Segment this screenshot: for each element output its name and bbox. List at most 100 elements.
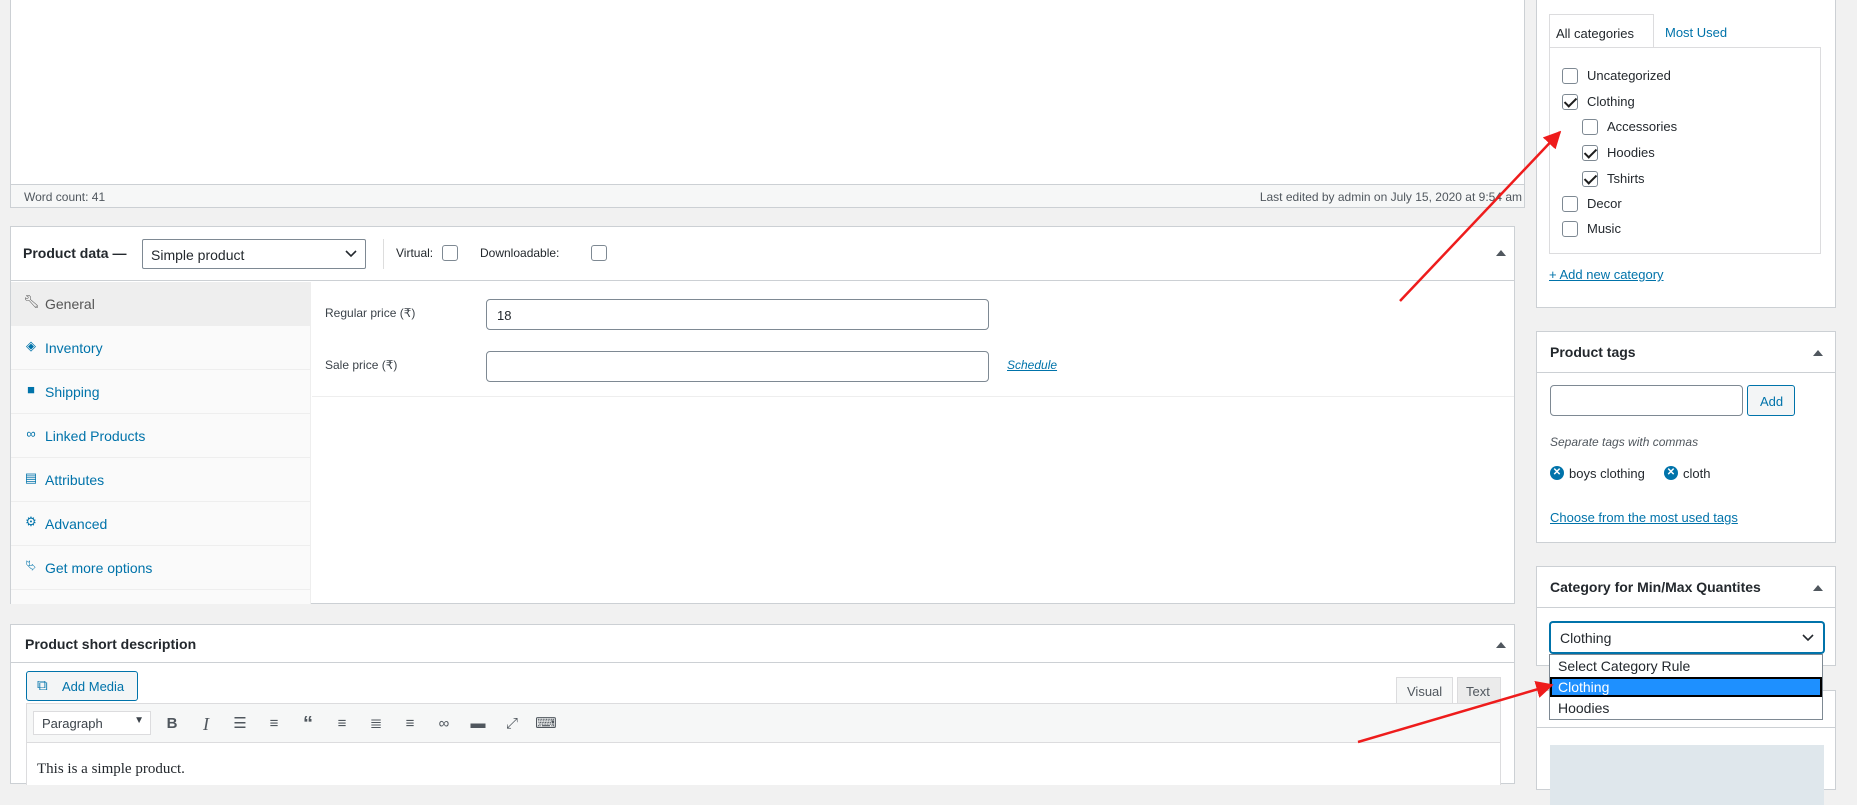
header-divider bbox=[383, 239, 384, 269]
align-center-icon[interactable]: ≣ bbox=[363, 711, 389, 737]
collapse-arrow-icon[interactable] bbox=[1496, 641, 1506, 649]
category-tabs: All categories Most Used bbox=[1549, 14, 1821, 48]
dropdown-option[interactable]: Select Category Rule bbox=[1550, 656, 1822, 676]
add-tag-button[interactable]: Add bbox=[1747, 385, 1795, 416]
tab-linked-products[interactable]: ∞ Linked Products bbox=[11, 414, 311, 458]
regular-price-input[interactable]: 18 bbox=[486, 299, 989, 330]
minmax-title: Category for Min/Max Quantites bbox=[1550, 579, 1761, 595]
tags-hint: Separate tags with commas bbox=[1550, 435, 1699, 449]
tab-label: Linked Products bbox=[45, 428, 146, 444]
remove-tag-icon[interactable]: ✕ bbox=[1550, 466, 1564, 480]
category-checkbox[interactable] bbox=[1582, 170, 1598, 187]
collapse-arrow-icon[interactable] bbox=[1496, 249, 1506, 257]
dropdown-option-selected[interactable]: Clothing bbox=[1550, 677, 1822, 697]
bulleted-list-icon[interactable]: ☰ bbox=[227, 711, 253, 737]
tab-label: General bbox=[45, 296, 95, 312]
keyboard-icon[interactable]: ⌨ bbox=[533, 711, 559, 737]
tab-label: Shipping bbox=[45, 384, 100, 400]
product-categories-panel: All categories Most Used Uncategorized C… bbox=[1536, 0, 1836, 308]
product-type-select[interactable]: Simple product bbox=[142, 239, 366, 269]
tab-all-categories[interactable]: All categories bbox=[1549, 14, 1654, 48]
editor-content-area[interactable] bbox=[10, 0, 1525, 185]
align-left-icon[interactable]: ≡ bbox=[329, 711, 355, 737]
category-item-music[interactable]: Music bbox=[1562, 220, 1621, 238]
category-checkbox[interactable] bbox=[1562, 93, 1578, 110]
category-item-accessories[interactable]: Accessories bbox=[1582, 118, 1677, 136]
category-item-hoodies[interactable]: Hoodies bbox=[1582, 144, 1655, 162]
tab-advanced[interactable]: ⚙ Advanced bbox=[11, 502, 311, 546]
tab-attributes[interactable]: ▤ Attributes bbox=[11, 458, 311, 502]
tab-label: Advanced bbox=[45, 516, 108, 532]
image-placeholder[interactable] bbox=[1550, 745, 1824, 805]
plugin-icon: ⮱ bbox=[25, 558, 37, 573]
schedule-link[interactable]: Schedule bbox=[1007, 358, 1057, 372]
dropdown-option[interactable]: Hoodies bbox=[1550, 698, 1822, 718]
sale-price-label: Sale price (₹) bbox=[325, 358, 398, 372]
downloadable-checkbox[interactable] bbox=[591, 244, 608, 261]
minmax-select-value: Clothing bbox=[1560, 630, 1612, 646]
product-type-value: Simple product bbox=[151, 247, 245, 263]
toolbar-buttons: B I ☰ ≡ “ ≡ ≣ ≡ ∞ ▬ ⤢ ⌨ bbox=[159, 711, 559, 737]
category-checklist: Uncategorized Clothing Accessories Hoodi… bbox=[1549, 47, 1821, 254]
downloadable-label: Downloadable: bbox=[480, 246, 560, 260]
short-description-title: Product short description bbox=[25, 636, 197, 652]
remove-tag-icon[interactable]: ✕ bbox=[1664, 466, 1678, 480]
minmax-category-panel: Category for Min/Max Quantites Clothing bbox=[1536, 566, 1836, 666]
category-item-clothing[interactable]: Clothing bbox=[1562, 93, 1635, 111]
add-tag-label: Add bbox=[1760, 394, 1784, 409]
add-media-button[interactable]: ⧉ Add Media bbox=[26, 671, 138, 701]
category-label: Uncategorized bbox=[1587, 68, 1671, 83]
tab-inventory[interactable]: ◈ Inventory bbox=[11, 326, 311, 370]
category-checkbox[interactable] bbox=[1562, 220, 1578, 237]
tab-shipping[interactable]: ■ Shipping bbox=[11, 370, 311, 414]
align-right-icon[interactable]: ≡ bbox=[397, 711, 423, 737]
tab-text[interactable]: Text bbox=[1457, 677, 1501, 703]
tag-input[interactable] bbox=[1550, 385, 1743, 416]
regular-price-label: Regular price (₹) bbox=[325, 306, 416, 320]
caret-down-icon: ▼ bbox=[134, 715, 144, 726]
tab-most-used[interactable]: Most Used bbox=[1665, 25, 1727, 40]
category-checkbox[interactable] bbox=[1582, 118, 1598, 135]
minmax-category-select[interactable]: Clothing bbox=[1550, 622, 1824, 653]
category-item-tshirts[interactable]: Tshirts bbox=[1582, 170, 1645, 188]
product-data-tabs: 🔧︎ General ◈ Inventory ■ Shipping ∞ Link… bbox=[11, 282, 311, 604]
bold-icon[interactable]: B bbox=[159, 711, 185, 737]
short-description-panel: Product short description ⧉ Add Media Vi… bbox=[10, 624, 1515, 785]
collapse-arrow-icon[interactable] bbox=[1813, 584, 1823, 592]
virtual-label: Virtual: bbox=[396, 246, 434, 260]
tab-visual[interactable]: Visual bbox=[1396, 677, 1453, 703]
category-label: Music bbox=[1587, 221, 1621, 236]
category-checkbox[interactable] bbox=[1582, 144, 1598, 161]
read-more-icon[interactable]: ▬ bbox=[465, 711, 491, 737]
product-data-panel: Product data — Simple product Virtual: D… bbox=[10, 226, 1515, 604]
sale-price-input[interactable] bbox=[486, 351, 989, 382]
tab-get-more-options[interactable]: ⮱ Get more options bbox=[11, 546, 311, 590]
blockquote-icon[interactable]: “ bbox=[295, 711, 321, 737]
header-divider bbox=[1537, 607, 1835, 608]
add-new-category-link[interactable]: + Add new category bbox=[1549, 267, 1664, 282]
tag-label: boys clothing bbox=[1569, 466, 1645, 481]
italic-icon[interactable]: I bbox=[193, 711, 219, 737]
tab-general[interactable]: 🔧︎ General bbox=[11, 282, 311, 326]
numbered-list-icon[interactable]: ≡ bbox=[261, 711, 287, 737]
general-options: Regular price (₹) 18 Sale price (₹) Sche… bbox=[312, 282, 1514, 397]
collapse-arrow-icon[interactable] bbox=[1813, 349, 1823, 357]
virtual-checkbox[interactable] bbox=[442, 244, 458, 261]
tab-label: Attributes bbox=[45, 472, 105, 488]
category-checkbox[interactable] bbox=[1562, 195, 1578, 212]
word-count: Word count: 41 bbox=[24, 190, 106, 204]
add-media-icon: ⧉ bbox=[37, 677, 48, 694]
fullscreen-icon[interactable]: ⤢ bbox=[499, 711, 525, 737]
category-item-uncategorized[interactable]: Uncategorized bbox=[1562, 67, 1671, 85]
format-select[interactable]: Paragraph ▼ bbox=[33, 711, 151, 735]
category-checkbox[interactable] bbox=[1562, 67, 1578, 84]
tab-all-categories-label: All categories bbox=[1556, 26, 1635, 41]
choose-most-used-tags-link[interactable]: Choose from the most used tags bbox=[1550, 510, 1738, 525]
minmax-dropdown-list: Select Category Rule Clothing Hoodies bbox=[1549, 654, 1823, 720]
chevron-down-icon bbox=[1802, 634, 1814, 642]
option-label: Clothing bbox=[1558, 679, 1610, 695]
product-tags-title: Product tags bbox=[1550, 344, 1636, 360]
header-divider bbox=[1537, 372, 1835, 373]
link-icon[interactable]: ∞ bbox=[431, 711, 457, 737]
category-item-decor[interactable]: Decor bbox=[1562, 195, 1622, 213]
